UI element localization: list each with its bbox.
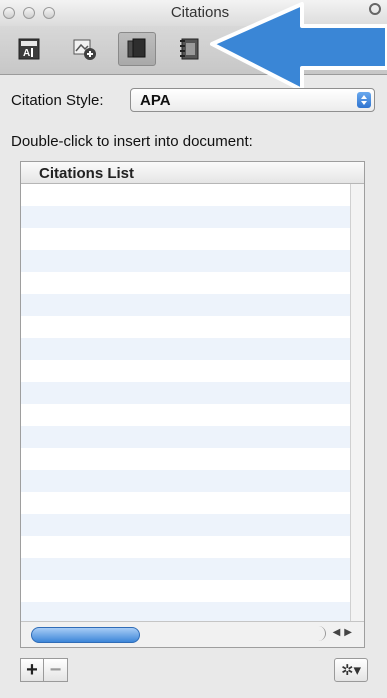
bibliography-icon — [180, 38, 199, 60]
style-manager-button[interactable]: A — [10, 32, 48, 66]
citation-style-select[interactable]: APA — [130, 88, 375, 112]
bibliography-button[interactable] — [170, 32, 208, 66]
citations-list-header-label: Citations List — [39, 165, 135, 182]
horizontal-scrollbar[interactable]: ◀▶ — [21, 621, 364, 647]
remove-button[interactable]: − — [44, 658, 68, 682]
add-remove-buttons: + − — [20, 658, 68, 682]
svg-text:A: A — [23, 48, 30, 59]
insert-hint-text: Double-click to insert into document: — [11, 133, 253, 150]
close-window-button[interactable] — [3, 7, 15, 19]
citations-list-header[interactable]: Citations List — [21, 162, 364, 184]
vertical-scrollbar[interactable] — [350, 184, 364, 622]
citation-style-value: APA — [140, 92, 171, 109]
pointer-arrow-annotation — [210, 2, 387, 92]
gear-menu-button[interactable]: ✲▾ — [334, 658, 368, 682]
add-citation-icon — [73, 39, 96, 60]
minimize-window-button[interactable] — [23, 7, 35, 19]
add-citation-button[interactable] — [66, 32, 104, 66]
style-manager-icon: A — [18, 38, 40, 60]
citations-list-button[interactable] — [118, 32, 156, 66]
select-arrows-icon — [357, 92, 371, 108]
citations-list-icon — [127, 38, 146, 58]
citations-list[interactable]: Citations List ◀▶ — [20, 161, 365, 648]
zoom-window-button[interactable] — [43, 7, 55, 19]
citations-panel: Citations A Citation Style: APA Double-c… — [0, 0, 387, 698]
scroll-arrow-icons[interactable]: ◀▶ — [333, 627, 356, 638]
horizontal-scroll-thumb[interactable] — [31, 627, 140, 643]
scroll-track-end — [317, 626, 326, 641]
citations-list-rows[interactable] — [21, 184, 351, 622]
add-button[interactable]: + — [20, 658, 44, 682]
citation-style-label: Citation Style: — [11, 92, 104, 109]
